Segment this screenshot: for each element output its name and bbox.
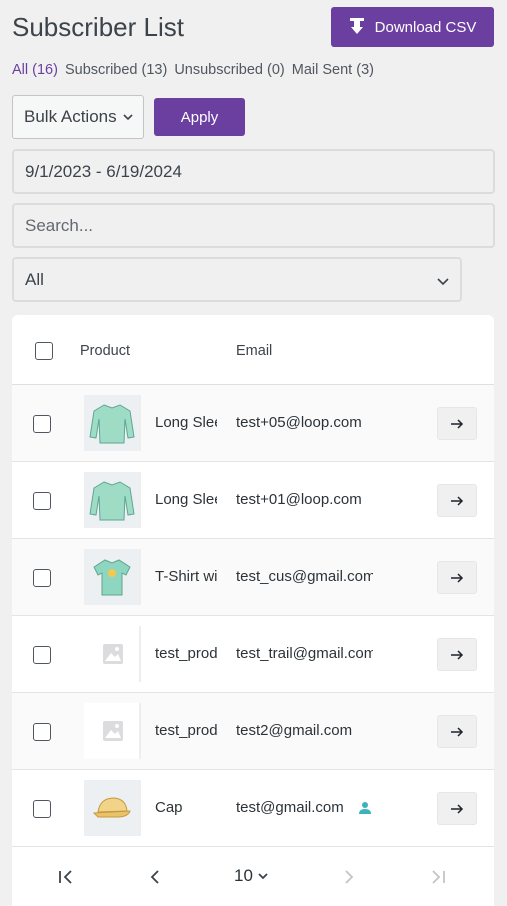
last-page-button[interactable] <box>428 867 448 887</box>
subscriber-email: test+01@loop.com <box>236 491 362 508</box>
subscriber-email: test_cus@gmail.com <box>236 568 373 585</box>
last-page-icon <box>432 870 445 884</box>
row-checkbox[interactable] <box>33 415 51 433</box>
subscriber-email: test+05@loop.com <box>236 414 362 431</box>
date-range-field[interactable]: 9/1/2023 - 6/19/2024 <box>12 149 495 194</box>
column-header-email: Email <box>236 343 273 359</box>
bulk-actions-select[interactable]: Bulk Actions <box>12 95 144 139</box>
product-name: T-Shirt with Logo <box>155 568 217 585</box>
product-thumbnail <box>84 395 141 451</box>
download-csv-label: Download CSV <box>374 18 477 36</box>
column-header-product: Product <box>80 343 130 359</box>
row-checkbox[interactable] <box>33 646 51 664</box>
subscriber-email: test2@gmail.com <box>236 722 353 739</box>
arrow-right-icon <box>451 572 464 583</box>
bulk-actions-value: Bulk Actions <box>24 107 117 126</box>
long-sleeve-shirt-icon <box>89 404 135 444</box>
arrow-right-icon <box>451 495 464 506</box>
search-placeholder: Search... <box>25 215 94 235</box>
pagination: 10 <box>12 847 494 906</box>
date-range-value: 9/1/2023 - 6/19/2024 <box>25 161 182 181</box>
row-checkbox[interactable] <box>33 569 51 587</box>
select-all-checkbox[interactable] <box>35 342 53 360</box>
arrow-right-icon <box>451 726 464 737</box>
row-checkbox[interactable] <box>33 723 51 741</box>
user-icon <box>359 802 371 814</box>
chevron-down-icon <box>123 114 133 121</box>
table-row: Cap test@gmail.com <box>12 770 494 847</box>
table-header: Product Email <box>12 315 494 385</box>
table-row: T-Shirt with Logo test_cus@gmail.com <box>12 539 494 616</box>
image-placeholder-icon <box>103 721 123 741</box>
download-csv-button[interactable]: Download CSV <box>331 7 494 47</box>
previous-page-button[interactable] <box>145 867 165 887</box>
subscriber-table: Product Email Long Sleeve Tee test+05@lo… <box>12 315 494 906</box>
product-thumbnail <box>84 472 141 528</box>
row-checkbox[interactable] <box>33 800 51 818</box>
filter-unsubscribed[interactable]: Unsubscribed (0) <box>174 62 284 78</box>
cap-icon <box>92 797 131 818</box>
table-row: test_product test2@gmail.com <box>12 693 494 770</box>
row-checkbox[interactable] <box>33 492 51 510</box>
product-thumbnail <box>84 549 141 605</box>
long-sleeve-shirt-icon <box>89 481 135 521</box>
filter-all[interactable]: All (16) <box>12 62 58 78</box>
view-subscriber-button[interactable] <box>437 561 477 594</box>
page-size-value: 10 <box>234 866 253 885</box>
arrow-right-icon <box>451 418 464 429</box>
first-page-button[interactable] <box>56 867 76 887</box>
product-thumbnail <box>84 780 141 836</box>
product-name: test_product <box>155 645 217 662</box>
product-name: Cap <box>155 799 183 816</box>
page-size-select[interactable]: 10 <box>234 866 269 886</box>
first-page-icon <box>59 870 72 884</box>
chevron-down-icon <box>258 873 268 880</box>
chevron-left-icon <box>150 870 159 884</box>
status-filters: All (16) Subscribed (13) Unsubscribed (0… <box>12 62 374 78</box>
t-shirt-icon <box>93 559 131 596</box>
status-select[interactable]: All <box>12 257 462 302</box>
chevron-right-icon <box>345 870 354 884</box>
table-row: Long Sleeve Tee test+05@loop.com <box>12 385 494 462</box>
page-title: Subscriber List <box>12 12 184 42</box>
arrow-right-icon <box>451 803 464 814</box>
product-thumbnail <box>84 703 141 759</box>
view-subscriber-button[interactable] <box>437 407 477 440</box>
product-name: test_product <box>155 722 217 739</box>
view-subscriber-button[interactable] <box>437 638 477 671</box>
table-row: test_product test_trail@gmail.com <box>12 616 494 693</box>
view-subscriber-button[interactable] <box>437 792 477 825</box>
product-name: Long Sleeve Tee <box>155 491 217 508</box>
status-select-value: All <box>25 269 44 289</box>
product-name: Long Sleeve Tee <box>155 414 217 431</box>
filter-mail-sent[interactable]: Mail Sent (3) <box>292 62 374 78</box>
chevron-down-icon <box>437 278 449 286</box>
table-row: Long Sleeve Tee test+01@loop.com <box>12 462 494 539</box>
product-thumbnail <box>84 626 141 682</box>
filter-subscribed[interactable]: Subscribed (13) <box>65 62 167 78</box>
subscriber-email: test_trail@gmail.com <box>236 645 373 662</box>
download-icon <box>349 18 364 34</box>
view-subscriber-button[interactable] <box>437 484 477 517</box>
subscriber-email: test@gmail.com <box>236 799 344 816</box>
search-input[interactable]: Search... <box>12 203 495 248</box>
view-subscriber-button[interactable] <box>437 715 477 748</box>
next-page-button[interactable] <box>339 867 359 887</box>
apply-button[interactable]: Apply <box>154 98 245 136</box>
arrow-right-icon <box>451 649 464 660</box>
image-placeholder-icon <box>103 644 123 664</box>
